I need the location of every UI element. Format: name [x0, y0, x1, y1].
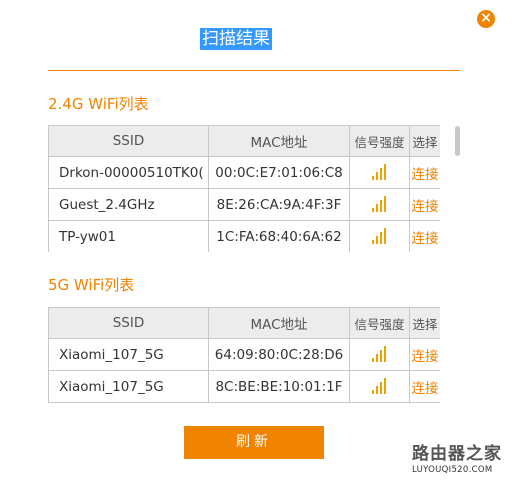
table-row: Guest_2.4GHz 8E:26:CA:9A:4F:3F 连接 — [48, 188, 440, 221]
watermark-url: LUYOUQI520.COM — [412, 465, 493, 475]
signal-bars-icon — [371, 227, 388, 246]
table-row: TP-yw01 1C:FA:68:40:6A:62 连接 — [48, 220, 440, 252]
connect-link[interactable]: 连接 — [409, 338, 440, 371]
wifi-24g-list-title: 2.4G WiFi列表 — [48, 95, 149, 113]
mac-cell: 8C:BE:BE:10:01:1F — [208, 370, 350, 403]
signal-bars-icon — [371, 377, 388, 396]
table-row: Drkon-00000510TK0( 00:0C:E7:01:06:C8 连接 — [48, 156, 440, 189]
signal-bars-icon — [371, 163, 388, 182]
title-divider — [48, 70, 460, 71]
mac-cell: 00:0C:E7:01:06:C8 — [208, 156, 350, 189]
connect-link[interactable]: 连接 — [409, 188, 440, 221]
ssid-cell: Xiaomi_107_5G — [48, 370, 209, 403]
mac-cell: 64:09:80:0C:28:D6 — [208, 338, 350, 371]
connect-link[interactable]: 连接 — [409, 370, 440, 403]
ssid-cell: TP-yw01 — [48, 220, 209, 252]
column-header-signal: 信号强度 — [349, 307, 410, 339]
column-header-action: 选择 — [409, 125, 440, 157]
signal-cell — [349, 220, 410, 252]
signal-cell — [349, 188, 410, 221]
table-header-row: SSID MAC地址 信号强度 选择 — [48, 307, 440, 339]
ssid-cell: Guest_2.4GHz — [48, 188, 209, 221]
scrollbar-thumb[interactable] — [455, 126, 460, 156]
scan-results-dialog: 扫描结果 × 2.4G WiFi列表 SSID MAC地址 信号强度 选择 Dr… — [0, 0, 513, 482]
ssid-cell: Xiaomi_107_5G — [48, 338, 209, 371]
watermark-logo-text: 路由器之家 — [412, 444, 502, 464]
connect-link[interactable]: 连接 — [409, 220, 440, 252]
column-header-mac: MAC地址 — [208, 125, 350, 157]
column-header-action: 选择 — [409, 307, 440, 339]
signal-bars-icon — [371, 345, 388, 364]
table-row: Xiaomi_107_5G 64:09:80:0C:28:D6 连接 — [48, 338, 440, 371]
wifi-24g-table-container[interactable]: SSID MAC地址 信号强度 选择 Drkon-00000510TK0( 00… — [48, 125, 440, 252]
close-icon[interactable]: × — [477, 10, 495, 28]
wifi-5g-table: SSID MAC地址 信号强度 选择 Xiaomi_107_5G 64:09:8… — [48, 307, 440, 403]
signal-cell — [349, 156, 410, 189]
refresh-button[interactable]: 刷新 — [184, 426, 324, 459]
mac-cell: 1C:FA:68:40:6A:62 — [208, 220, 350, 252]
ssid-cell: Drkon-00000510TK0( — [48, 156, 209, 189]
column-header-signal: 信号强度 — [349, 125, 410, 157]
column-header-mac: MAC地址 — [208, 307, 350, 339]
wifi-5g-table-container[interactable]: SSID MAC地址 信号强度 选择 Xiaomi_107_5G 64:09:8… — [48, 307, 440, 403]
wifi-24g-table: SSID MAC地址 信号强度 选择 Drkon-00000510TK0( 00… — [48, 125, 440, 252]
table-header-row: SSID MAC地址 信号强度 选择 — [48, 125, 440, 157]
site-watermark: 路由器之家 LUYOUQI520.COM — [412, 439, 512, 479]
dialog-title: 扫描结果 — [200, 28, 272, 50]
mac-cell: 8E:26:CA:9A:4F:3F — [208, 188, 350, 221]
signal-bars-icon — [371, 195, 388, 214]
column-header-ssid: SSID — [48, 307, 209, 339]
table-row: Xiaomi_107_5G 8C:BE:BE:10:01:1F 连接 — [48, 370, 440, 403]
signal-cell — [349, 338, 410, 371]
connect-link[interactable]: 连接 — [409, 156, 440, 189]
wifi-5g-list-title: 5G WiFi列表 — [48, 276, 135, 294]
column-header-ssid: SSID — [48, 125, 209, 157]
signal-cell — [349, 370, 410, 403]
